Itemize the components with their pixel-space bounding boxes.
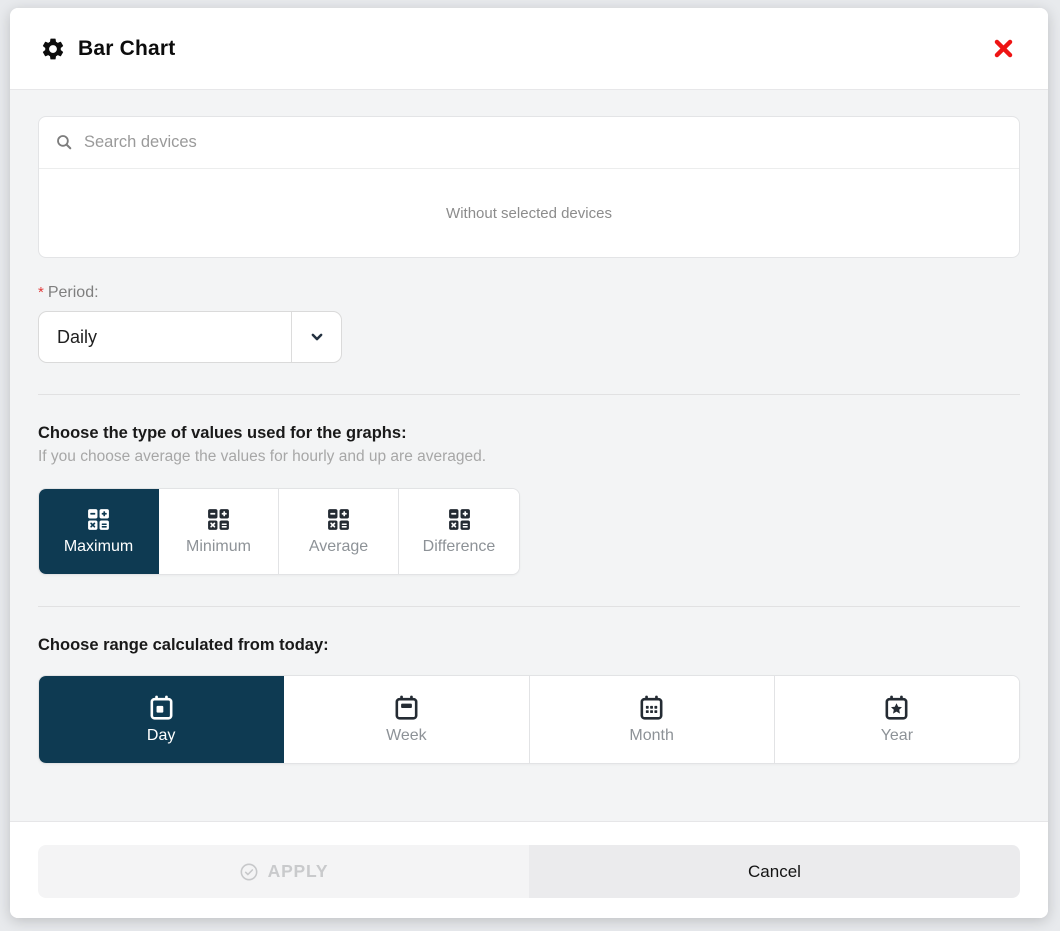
option-label: Year	[881, 727, 913, 745]
calendar-month-icon	[638, 694, 665, 721]
value-type-option-average[interactable]: Average	[279, 489, 399, 574]
footer-action-bar: APPLY Cancel	[38, 845, 1020, 898]
value-type-option-maximum[interactable]: Maximum	[39, 489, 159, 574]
period-label: *Period:	[38, 284, 1020, 302]
calculator-icon	[86, 507, 111, 532]
check-circle-icon	[239, 862, 259, 882]
section-divider	[38, 606, 1020, 607]
chevron-down-icon	[307, 327, 327, 347]
calculator-icon	[447, 507, 472, 532]
range-button-group: Day Week Month Year	[38, 675, 1020, 764]
value-type-heading: Choose the type of values used for the g…	[38, 424, 1020, 443]
period-section: *Period: Daily	[38, 284, 1020, 363]
close-button[interactable]	[988, 34, 1018, 64]
value-type-section: Choose the type of values used for the g…	[38, 424, 1020, 575]
calculator-icon	[206, 507, 231, 532]
option-label: Maximum	[64, 538, 133, 556]
section-divider	[38, 394, 1020, 395]
search-icon	[55, 133, 74, 152]
calendar-week-icon	[393, 694, 420, 721]
modal-title-group: Bar Chart	[40, 36, 176, 62]
modal-body: Without selected devices *Period: Daily	[10, 90, 1048, 821]
close-x-icon	[993, 38, 1014, 59]
range-section: Choose range calculated from today: Day …	[38, 636, 1020, 764]
option-label: Average	[309, 538, 368, 556]
period-label-text: Period:	[48, 284, 99, 301]
calendar-day-icon	[148, 694, 175, 721]
cancel-button[interactable]: Cancel	[529, 845, 1020, 898]
period-select-caret	[291, 312, 341, 362]
cancel-button-label: Cancel	[748, 862, 801, 882]
gear-icon	[40, 36, 66, 62]
range-heading: Choose range calculated from today:	[38, 636, 1020, 655]
apply-button[interactable]: APPLY	[38, 845, 529, 898]
selected-devices-empty-state: Without selected devices	[39, 169, 1019, 257]
option-label: Month	[629, 727, 673, 745]
range-option-year[interactable]: Year	[775, 676, 1019, 763]
value-type-button-group: Maximum Minimum Average Difference	[38, 488, 520, 575]
bar-chart-settings-modal: Bar Chart Without selected dev	[10, 8, 1048, 918]
modal-footer: APPLY Cancel	[10, 821, 1048, 918]
period-select[interactable]: Daily	[38, 311, 342, 363]
option-label: Difference	[423, 538, 496, 556]
range-option-week[interactable]: Week	[284, 676, 529, 763]
calculator-icon	[326, 507, 351, 532]
value-type-subheading: If you choose average the values for hou…	[38, 448, 1020, 466]
calendar-year-icon	[883, 694, 910, 721]
modal-title: Bar Chart	[78, 37, 176, 61]
period-select-value: Daily	[39, 312, 291, 362]
option-label: Week	[386, 727, 427, 745]
device-search-row	[39, 117, 1019, 169]
screen-backdrop: Bar Chart Without selected dev	[0, 0, 1060, 931]
required-asterisk: *	[38, 284, 44, 301]
value-type-option-difference[interactable]: Difference	[399, 489, 519, 574]
empty-devices-message: Without selected devices	[446, 205, 612, 222]
modal-header: Bar Chart	[10, 8, 1048, 90]
range-option-day[interactable]: Day	[39, 676, 284, 763]
option-label: Day	[147, 727, 175, 745]
range-option-month[interactable]: Month	[530, 676, 775, 763]
device-search-input[interactable]	[84, 133, 1003, 152]
device-picker: Without selected devices	[38, 116, 1020, 258]
value-type-option-minimum[interactable]: Minimum	[159, 489, 279, 574]
option-label: Minimum	[186, 538, 251, 556]
apply-button-label: APPLY	[268, 861, 329, 882]
